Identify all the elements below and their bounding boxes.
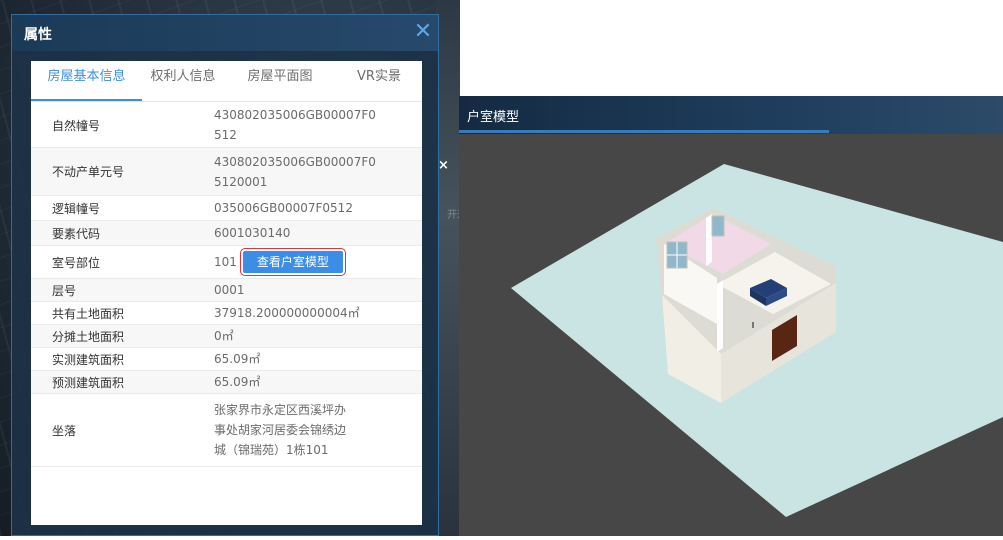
view-room-model-button[interactable]: 查看户室模型	[239, 248, 346, 276]
tab-floor-plan[interactable]: 房屋平面图	[224, 61, 336, 101]
room-model-header: 户室模型	[459, 96, 1003, 134]
row-label: 层号	[52, 283, 77, 298]
row-value: 37918.200000000004㎡	[214, 306, 360, 320]
table-row: 层号 0001	[31, 279, 422, 302]
row-value: 101 查看户室模型	[196, 246, 422, 278]
property-panel-title: 属性	[24, 27, 52, 43]
row-label: 预测建筑面积	[52, 375, 125, 390]
table-row: 自然幢号 430802035006GB00007F0 512	[31, 103, 422, 148]
attribute-table: 自然幢号 430802035006GB00007F0 512 不动产单元号 43…	[31, 103, 422, 467]
property-panel: 属性 ✕ 房屋基本信息 权利人信息 房屋平面图 VR实景 自然幢号 430802…	[11, 14, 439, 536]
tab-bar: 房屋基本信息 权利人信息 房屋平面图 VR实景	[31, 61, 422, 102]
table-row: 要素代码 6001030140	[31, 221, 422, 246]
table-row: 共有土地面积 37918.200000000004㎡	[31, 302, 422, 325]
table-row: 实测建筑面积 65.09㎡	[31, 348, 422, 371]
room-number: 101	[214, 255, 237, 269]
row-value: 0001	[214, 283, 245, 297]
row-value: 65.09㎡	[214, 352, 261, 366]
row-label: 要素代码	[52, 226, 101, 241]
side-close-icon[interactable]: ×	[438, 158, 449, 173]
row-value-text: 430802035006GB00007F0 512	[214, 108, 376, 142]
row-value: 65.09㎡	[214, 375, 261, 389]
tab-basic-info[interactable]: 房屋基本信息	[31, 61, 142, 101]
row-label: 分摊土地面积	[52, 329, 125, 344]
row-value-text: 430802035006GB00007F0 5120001	[214, 154, 376, 189]
table-row: 室号部位 101 查看户室模型	[31, 246, 422, 279]
tab-vr[interactable]: VR实景	[336, 61, 422, 101]
table-row: 预测建筑面积 65.09㎡	[31, 371, 422, 394]
tab-owner-info[interactable]: 权利人信息	[142, 61, 224, 101]
row-label: 共有土地面积	[52, 306, 125, 321]
row-label: 室号部位	[52, 255, 101, 270]
table-row: 逻辑幢号 035006GB00007F0512	[31, 196, 422, 221]
partition-wall	[717, 280, 723, 352]
header-accent-line	[459, 130, 829, 133]
close-icon[interactable]: ✕	[412, 19, 434, 45]
row-label: 实测建筑面积	[52, 352, 125, 367]
row-value-text: 张家界市永定区西溪坪办 事处胡家河居委会锦绣边 城（锦瑞苑）1栋101	[214, 403, 347, 457]
room-model-title: 户室模型	[467, 110, 520, 125]
property-panel-header: 属性 ✕	[12, 15, 438, 51]
row-value: 6001030140	[214, 226, 291, 240]
property-card: 房屋基本信息 权利人信息 房屋平面图 VR实景 自然幢号 43080203500…	[31, 61, 422, 525]
table-row: 分摊土地面积 0㎡	[31, 325, 422, 348]
row-label: 自然幢号	[52, 118, 101, 133]
map-side-strip	[436, 0, 460, 536]
table-row: 不动产单元号 430802035006GB00007F0 5120001	[31, 148, 422, 196]
partition-wall	[706, 214, 712, 266]
row-value: 035006GB00007F0512	[214, 201, 353, 215]
row-value: 430802035006GB00007F0 512	[196, 103, 422, 147]
row-label: 不动产单元号	[52, 165, 125, 179]
room-model-panel: 户室模型	[459, 96, 1003, 536]
row-value: 430802035006GB00007F0 5120001	[196, 148, 422, 195]
switch-icon	[752, 322, 754, 328]
row-value: 0㎡	[214, 329, 234, 343]
row-label: 逻辑幢号	[52, 201, 101, 216]
window-icon	[711, 215, 725, 237]
row-label: 坐落	[52, 423, 77, 438]
room-model-svg	[511, 164, 1003, 517]
room-model-viewport[interactable]	[459, 134, 1003, 536]
table-row: 坐落 张家界市永定区西溪坪办 事处胡家河居委会锦绣边 城（锦瑞苑）1栋101	[31, 394, 422, 467]
row-value: 张家界市永定区西溪坪办 事处胡家河居委会锦绣边 城（锦瑞苑）1栋101	[196, 394, 422, 466]
